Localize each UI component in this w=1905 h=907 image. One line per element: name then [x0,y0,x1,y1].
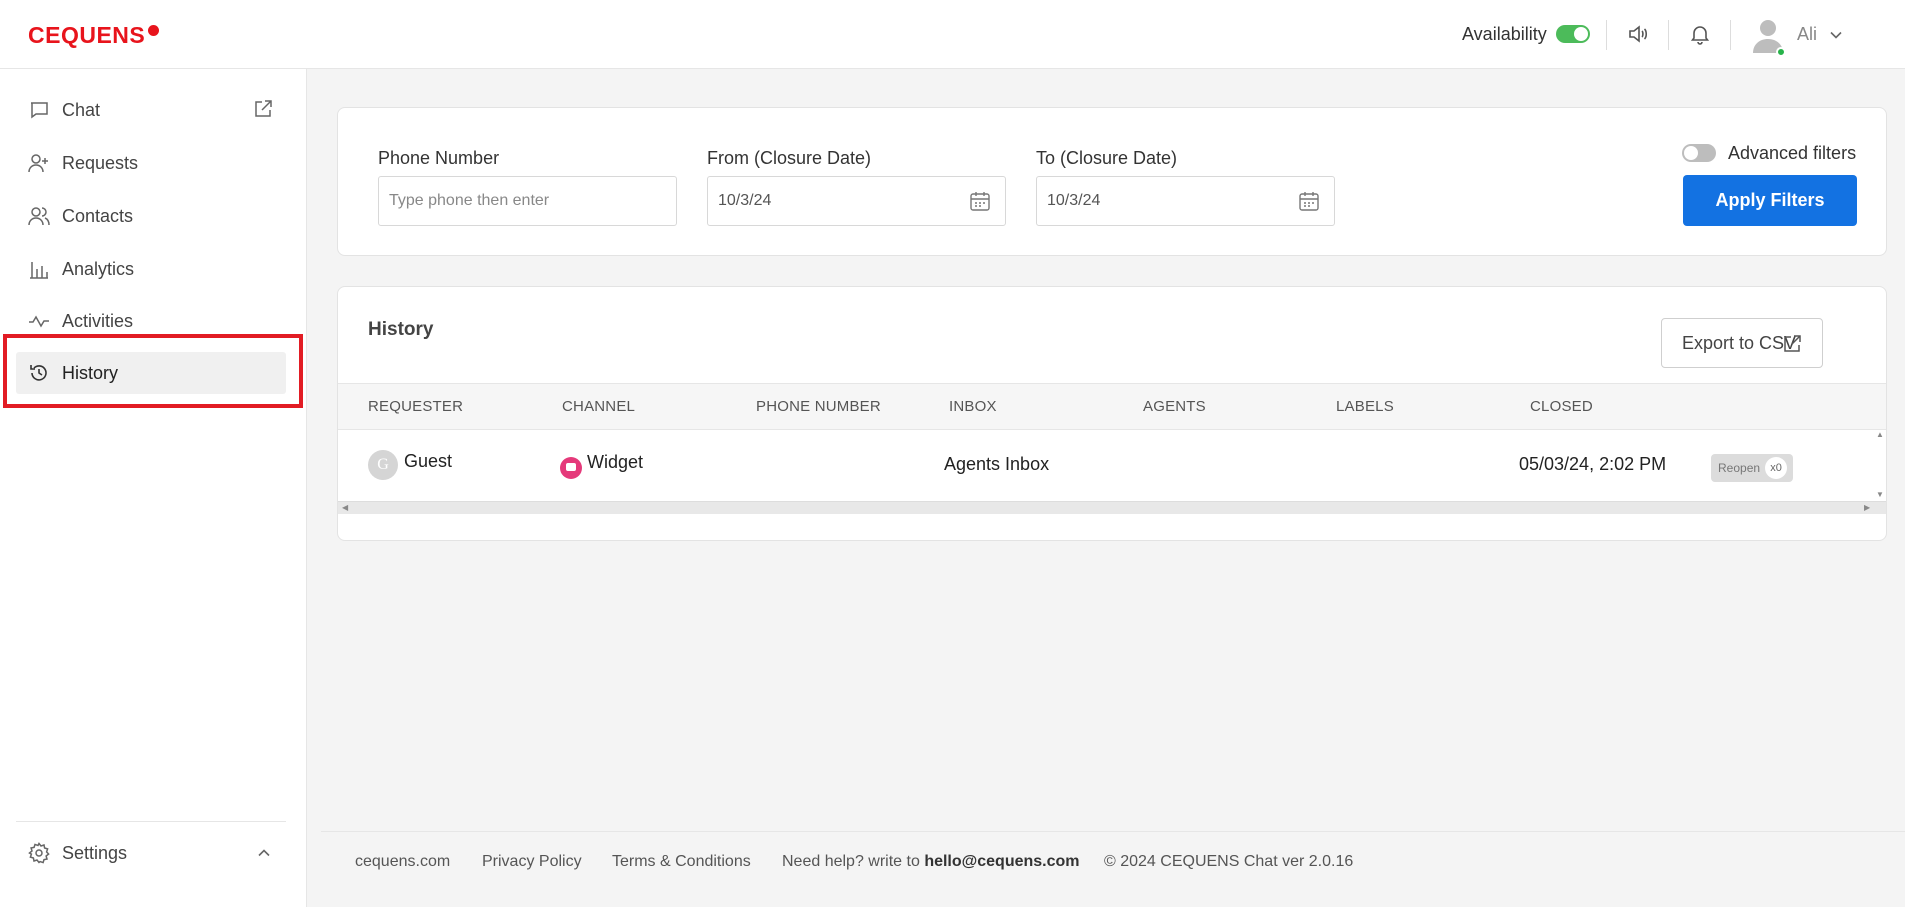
scroll-left-icon[interactable]: ◀ [342,503,348,512]
phone-number-placeholder: Type phone then enter [389,192,550,209]
column-header-closed[interactable]: CLOSED [1530,398,1593,415]
reopen-label: Reopen [1718,461,1761,475]
footer: cequens.com Privacy Policy Terms & Condi… [321,831,1905,907]
external-link-icon [1784,335,1801,352]
from-date-label: From (Closure Date) [707,148,872,168]
export-csv-label: Export to CSV [1682,332,1797,353]
speaker-icon[interactable] [1626,22,1650,46]
sidebar-item-requests[interactable]: Requests [16,142,286,184]
history-title: History [368,319,434,340]
chevron-down-icon[interactable] [1829,28,1843,42]
sidebar-item-label: Contacts [62,205,134,226]
widget-channel-icon [560,457,582,479]
online-status-badge [1776,47,1786,57]
footer-help-text: Need help? write to hello@cequens.com [782,853,1080,871]
sidebar-item-label: Chat [62,99,101,120]
footer-privacy-link[interactable]: Privacy Policy [482,853,582,871]
filter-panel: Phone Number Type phone then enter From … [337,107,1887,256]
sidebar-item-label: Settings [62,842,128,863]
bell-icon[interactable] [1688,22,1712,46]
gear-icon [28,842,50,864]
sidebar-item-analytics[interactable]: Analytics [16,248,286,290]
inbox-cell: Agents Inbox [944,454,1050,474]
requester-name: Guest [404,451,453,471]
chat-icon [31,102,48,119]
calendar-icon[interactable] [1298,190,1320,212]
to-date-input[interactable]: 10/3/24 [1036,176,1335,226]
column-header-labels[interactable]: LABELS [1336,398,1394,415]
history-highlight-box [3,334,303,408]
header-divider [1730,20,1731,50]
header-divider [1668,20,1669,50]
bar-chart-icon [30,262,48,279]
sidebar-item-label: Requests [62,152,139,173]
scroll-up-icon[interactable]: ▲ [1876,430,1884,439]
closed-date-cell: 05/03/24, 2:02 PM [1519,454,1667,474]
export-csv-button[interactable]: Export to CSV [1661,318,1823,368]
footer-copyright: © 2024 CEQUENS Chat ver 2.0.16 [1104,853,1354,870]
column-header-agents[interactable]: AGENTS [1143,398,1206,415]
user-name[interactable]: Ali [1797,24,1817,45]
sidebar-item-contacts[interactable]: Contacts [16,195,286,237]
sidebar-item-chat[interactable]: Chat [16,89,286,131]
table-row[interactable]: G Guest Widget Agents Inbox 05/03/24, 2:… [338,430,1886,501]
cequens-logo[interactable]: CEQUENS [28,22,160,49]
table-header: REQUESTER CHANNEL PHONE NUMBER INBOX AGE… [338,383,1886,430]
activity-icon [29,315,49,328]
column-header-requester[interactable]: REQUESTER [368,398,463,415]
reopen-count-badge: x0 [1765,457,1787,479]
sidebar-item-label: Activities [62,310,134,331]
column-header-channel[interactable]: CHANNEL [562,398,635,415]
sidebar-item-label: Analytics [62,258,135,279]
sidebar-divider [16,821,286,822]
logo-text: CEQUENS [28,22,146,48]
chevron-up-icon[interactable] [256,845,272,861]
column-header-inbox[interactable]: INBOX [949,398,997,415]
availability-toggle[interactable] [1556,25,1590,43]
user-plus-icon [28,154,48,173]
from-date-input[interactable]: 10/3/24 [707,176,1006,226]
from-date-value: 10/3/24 [718,192,772,209]
scroll-right-icon[interactable]: ▶ [1864,503,1870,512]
horizontal-scrollbar[interactable]: ◀ ▶ [338,501,1886,514]
apply-filters-button[interactable]: Apply Filters [1683,175,1857,226]
footer-site-link[interactable]: cequens.com [355,853,450,871]
availability-label: Availability [1462,24,1547,44]
footer-help-prefix: Need help? write to [782,853,920,870]
calendar-icon[interactable] [969,190,991,212]
header-divider [1606,20,1607,50]
phone-number-label: Phone Number [378,148,500,168]
footer-help-email[interactable]: hello@cequens.com [924,853,1079,870]
advanced-filters-label: Advanced filters [1728,143,1857,163]
scroll-down-icon[interactable]: ▼ [1876,490,1884,499]
top-header: CEQUENS Availability Ali [0,0,1905,69]
requester-avatar: G [368,450,398,480]
footer-terms-link[interactable]: Terms & Conditions [612,853,751,871]
sidebar-item-settings[interactable]: Settings [16,832,286,874]
column-header-phone-number[interactable]: PHONE NUMBER [756,398,881,415]
to-date-value: 10/3/24 [1047,192,1101,209]
phone-number-input[interactable]: Type phone then enter [378,176,677,226]
contacts-icon [28,207,50,226]
external-link-icon[interactable] [252,98,274,120]
to-date-label: To (Closure Date) [1036,148,1178,168]
logo-dot-icon [148,25,160,36]
history-panel: History Export to CSV REQUESTER CHANNEL … [337,286,1887,541]
reopen-button[interactable]: Reopen x0 [1711,454,1793,482]
advanced-filters-toggle[interactable] [1682,144,1716,162]
channel-name: Widget [587,452,644,472]
vertical-scrollbar[interactable]: ▲ ▼ [1873,430,1886,501]
